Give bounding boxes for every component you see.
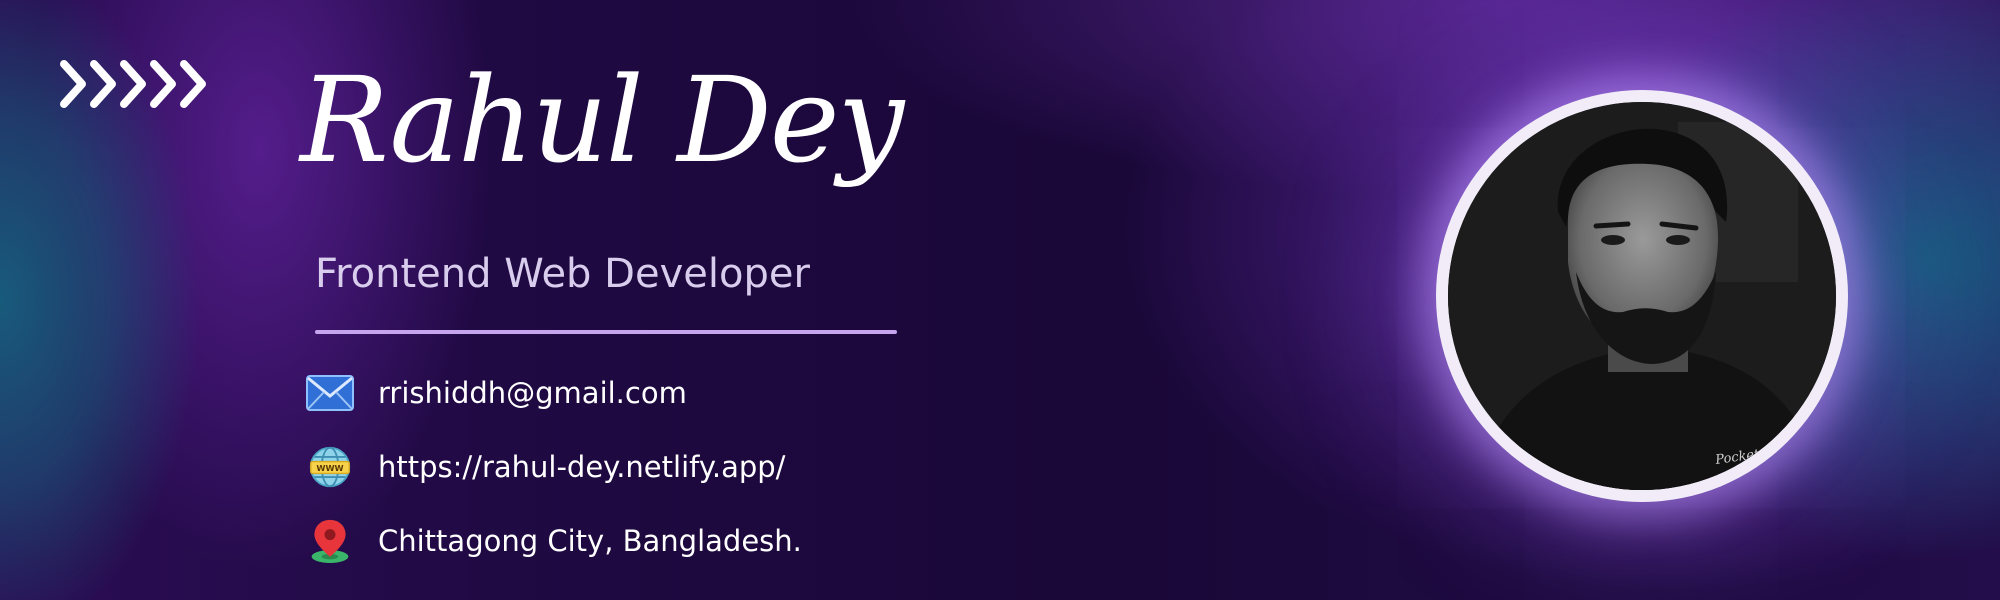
contact-website[interactable]: WWW https://rahul-dey.netlify.app/ xyxy=(305,442,785,492)
title-divider xyxy=(315,330,897,334)
contact-location: Chittagong City, Bangladesh. xyxy=(305,516,802,566)
job-title: Frontend Web Developer xyxy=(315,251,810,297)
avatar-frame: Pocket Collins xyxy=(1436,90,1848,502)
map-pin-icon xyxy=(305,516,355,566)
svg-text:WWW: WWW xyxy=(316,463,343,473)
www-globe-icon: WWW xyxy=(305,442,355,492)
profile-banner: Rahul Dey Frontend Web Developer rrishid… xyxy=(0,0,2000,600)
email-text: rrishiddh@gmail.com xyxy=(378,376,687,410)
website-text: https://rahul-dey.netlify.app/ xyxy=(378,450,786,484)
location-text: Chittagong City, Bangladesh. xyxy=(378,524,802,558)
avatar: Pocket Collins xyxy=(1448,102,1836,490)
portrait-photo: Pocket Collins xyxy=(1448,102,1836,490)
chevron-right-icon xyxy=(60,60,206,108)
profile-name: Rahul Dey xyxy=(300,51,904,189)
contact-email[interactable]: rrishiddh@gmail.com xyxy=(305,368,687,418)
envelope-icon xyxy=(305,368,355,418)
